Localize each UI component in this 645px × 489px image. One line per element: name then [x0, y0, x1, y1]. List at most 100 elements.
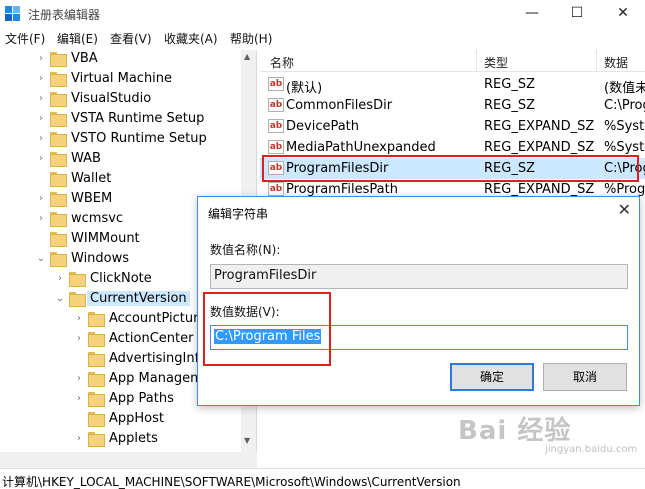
chevron-right-icon[interactable]: ›: [36, 93, 46, 105]
tree-item[interactable]: › VSTO Runtime Setup: [0, 130, 240, 150]
string-value-icon: ab: [268, 182, 284, 196]
scroll-down-icon[interactable]: ▼: [244, 436, 250, 445]
menu-file[interactable]: 文件(F): [5, 30, 45, 47]
ok-button[interactable]: 确定: [450, 363, 534, 391]
tree-item-label: CurrentVersion: [87, 291, 190, 306]
cell-data: C:\Prog: [604, 98, 645, 113]
chevron-right-icon[interactable]: ›: [74, 433, 84, 445]
chevron-right-icon[interactable]: ›: [74, 373, 84, 385]
tree-item[interactable]: › Applets: [0, 430, 240, 450]
tree-item-label: VSTA Runtime Setup: [71, 111, 205, 126]
menu-view[interactable]: 查看(V): [110, 30, 152, 47]
window-title: 注册表编辑器: [28, 8, 101, 22]
scroll-up-icon[interactable]: ▲: [244, 52, 250, 61]
tree-item-label: AdvertisingInfo: [109, 351, 208, 366]
cell-data: (数值未: [604, 81, 645, 96]
tree-item-label: WBEM: [71, 191, 113, 206]
tree-item[interactable]: › VBA: [0, 50, 240, 70]
folder-icon: [88, 432, 105, 447]
tree-item-label: VSTO Runtime Setup: [71, 131, 207, 146]
tree-item-label: ClickNote: [90, 271, 152, 286]
cell-name: CommonFilesDir: [286, 98, 393, 113]
chevron-right-icon[interactable]: ›: [36, 213, 46, 225]
tree-item-label: Applets: [109, 431, 158, 446]
folder-icon: [88, 332, 105, 347]
folder-icon: [50, 172, 67, 187]
tree-item-label: Wallet: [71, 171, 112, 186]
string-value-icon: ab: [268, 119, 284, 133]
chevron-right-icon[interactable]: ›: [74, 333, 84, 345]
string-value-icon: ab: [268, 98, 284, 112]
maximize-button[interactable]: ☐: [557, 2, 597, 24]
cell-type: REG_SZ: [484, 98, 535, 113]
chevron-right-icon[interactable]: [74, 413, 84, 425]
list-header: 名称 类型 数据: [260, 50, 645, 72]
folder-icon: [50, 252, 67, 267]
dialog-close-icon[interactable]: ✕: [618, 200, 631, 219]
value-name-label: 数值名称(N):: [210, 243, 281, 257]
chevron-right-icon[interactable]: ›: [74, 313, 84, 325]
menu-help[interactable]: 帮助(H): [230, 30, 272, 47]
tree-horizontal-scrollbar[interactable]: [0, 452, 257, 468]
cell-name: DevicePath: [286, 119, 360, 134]
chevron-right-icon[interactable]: ›: [36, 113, 46, 125]
cell-name: ProgramFilesPath: [286, 182, 398, 197]
tree-item[interactable]: AppHost: [0, 410, 240, 430]
chevron-right-icon[interactable]: [74, 353, 84, 365]
chevron-right-icon[interactable]: ›: [36, 73, 46, 85]
tree-item-label: wcmsvc: [71, 211, 124, 226]
tree-item[interactable]: Wallet: [0, 170, 240, 190]
column-name[interactable]: 名称: [270, 54, 294, 71]
tree-item-label: WIMMount: [71, 231, 140, 246]
folder-icon: [50, 192, 67, 207]
cell-type: REG_EXPAND_SZ: [484, 182, 594, 197]
folder-icon: [88, 412, 105, 427]
minimize-button[interactable]: —: [512, 2, 552, 24]
value-name-field: ProgramFilesDir: [210, 264, 628, 289]
folder-icon: [50, 72, 67, 87]
chevron-right-icon[interactable]: ›: [74, 393, 84, 405]
chevron-right-icon[interactable]: ›: [36, 153, 46, 165]
close-window-button[interactable]: ✕: [603, 2, 643, 24]
tree-item-label: VBA: [71, 51, 98, 66]
menu-favorites[interactable]: 收藏夹(A): [164, 30, 218, 47]
folder-icon: [50, 152, 67, 167]
column-data[interactable]: 数据: [604, 54, 628, 71]
menu-edit[interactable]: 编辑(E): [57, 30, 98, 47]
tree-item[interactable]: › WAB: [0, 150, 240, 170]
string-value-icon: ab: [268, 140, 284, 154]
cell-data: %Syste: [604, 119, 645, 134]
chevron-right-icon[interactable]: ›: [55, 273, 65, 285]
tree-item-label: Virtual Machine: [71, 71, 173, 86]
cell-type: REG_EXPAND_SZ: [484, 140, 594, 155]
chevron-right-icon[interactable]: ›: [36, 53, 46, 65]
folder-icon: [50, 112, 67, 127]
annotation-highlight-row: [262, 155, 639, 182]
chevron-right-icon[interactable]: ›: [36, 133, 46, 145]
chevron-down-icon[interactable]: ⌄: [55, 293, 65, 305]
tree-item-label: AccountPicture: [109, 311, 207, 326]
folder-icon: [69, 272, 86, 287]
list-item[interactable]: abDevicePath REG_EXPAND_SZ %Syste: [260, 116, 645, 137]
cancel-button[interactable]: 取消: [543, 363, 627, 391]
registry-app-icon: [5, 6, 21, 22]
cell-data: %Syste: [604, 140, 645, 155]
baidu-watermark: Bai 经验: [458, 416, 572, 446]
column-type[interactable]: 类型: [484, 54, 508, 71]
tree-item[interactable]: › Virtual Machine: [0, 70, 240, 90]
folder-icon: [50, 52, 67, 67]
cell-name: (默认): [286, 81, 323, 96]
tree-item-label: App Managem: [109, 371, 203, 386]
chevron-right-icon[interactable]: [36, 233, 46, 245]
chevron-right-icon[interactable]: [36, 173, 46, 185]
folder-icon: [50, 212, 67, 227]
chevron-down-icon[interactable]: ⌄: [36, 253, 46, 265]
tree-item[interactable]: › VSTA Runtime Setup: [0, 110, 240, 130]
list-item[interactable]: abCommonFilesDir REG_SZ C:\Prog: [260, 95, 645, 116]
list-item[interactable]: ab (默认) REG_SZ (数值未: [260, 74, 645, 96]
folder-icon: [88, 312, 105, 327]
tree-item-label: Windows: [71, 251, 130, 266]
tree-item[interactable]: › VisualStudio: [0, 90, 240, 110]
chevron-right-icon[interactable]: ›: [36, 193, 46, 205]
tree-item-label: VisualStudio: [71, 91, 152, 106]
